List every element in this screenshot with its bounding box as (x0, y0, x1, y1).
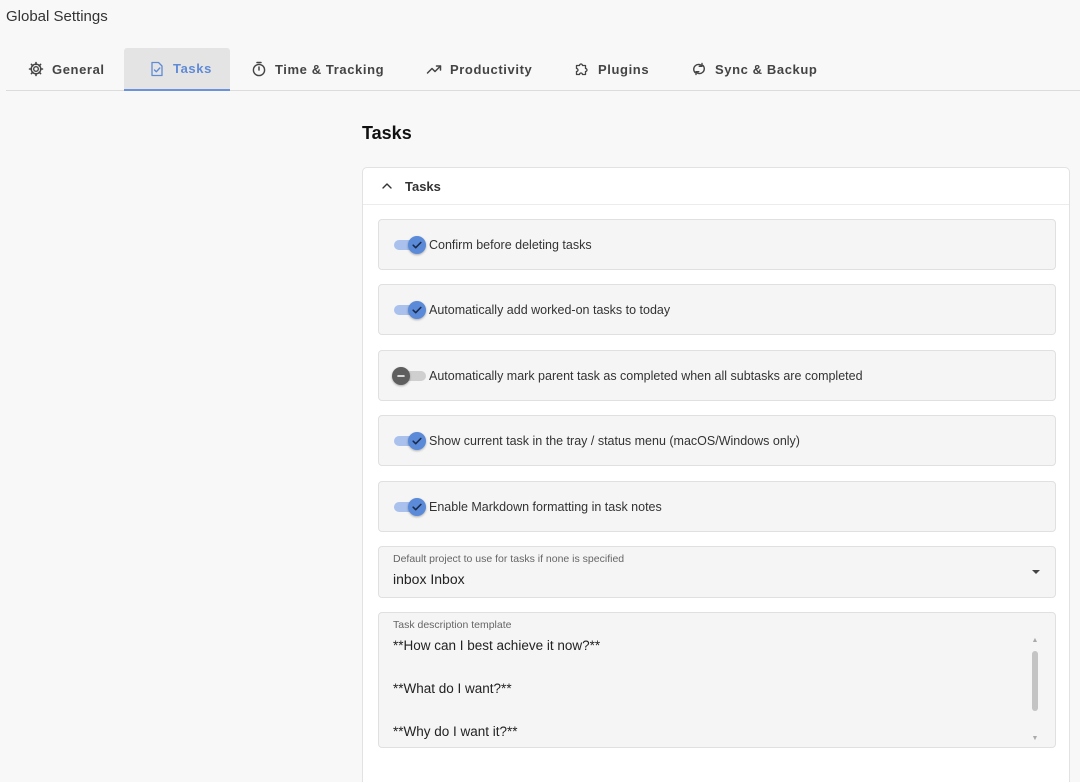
chevron-up-icon (382, 183, 392, 189)
tab-label: Tasks (173, 61, 212, 76)
tab-general[interactable]: General (6, 48, 124, 90)
setting-label: Show current task in the tray / status m… (429, 433, 800, 448)
check-icon (412, 503, 422, 510)
toggle-knob (392, 366, 410, 385)
tab-plugins[interactable]: Plugins (574, 48, 674, 90)
textarea-scrollbar[interactable]: ▲ ▼ (1031, 637, 1039, 743)
tab-tasks[interactable]: Tasks (124, 48, 230, 91)
setting-auto-complete-parent: Automatically mark parent task as comple… (378, 350, 1056, 401)
toggle-knob (408, 497, 426, 516)
auto-complete-parent-toggle[interactable] (392, 366, 426, 385)
settings-tabs: General Tasks Time & Tracking Productivi… (6, 48, 1080, 91)
toggle-knob (408, 300, 426, 319)
auto-add-today-toggle[interactable] (392, 300, 426, 319)
timer-icon (252, 61, 266, 77)
minus-icon (397, 374, 405, 377)
markdown-notes-toggle[interactable] (392, 497, 426, 516)
setting-tray-current-task: Show current task in the tray / status m… (378, 415, 1056, 466)
select-value: inbox Inbox (393, 571, 465, 587)
tab-label: Sync & Backup (715, 61, 818, 77)
setting-confirm-delete: Confirm before deleting tasks (378, 219, 1056, 270)
scroll-down-arrow-icon[interactable]: ▼ (1031, 735, 1039, 743)
section-title: Tasks (405, 178, 441, 194)
template-line (393, 657, 1023, 679)
setting-markdown-notes: Enable Markdown formatting in task notes (378, 481, 1056, 532)
template-line: **Why do I want it?** (393, 724, 518, 739)
setting-auto-add-today: Automatically add worked-on tasks to tod… (378, 284, 1056, 335)
tab-label: Productivity (450, 61, 533, 77)
page-title: Tasks (362, 123, 412, 143)
template-line: **How can I best achieve it now?** (393, 638, 601, 653)
task-icon (151, 61, 163, 76)
field-label: Task description template (393, 619, 512, 631)
tab-time-tracking[interactable]: Time & Tracking (251, 48, 401, 90)
tray-current-task-toggle[interactable] (392, 431, 426, 450)
tasks-settings-panel: Tasks Confirm before deleting tasks Auto… (362, 167, 1070, 782)
tab-productivity[interactable]: Productivity (426, 48, 556, 90)
check-icon (412, 241, 422, 248)
setting-label: Automatically add worked-on tasks to tod… (429, 302, 671, 317)
tab-label: Time & Tracking (275, 61, 385, 77)
tab-label: Plugins (598, 61, 650, 77)
sync-icon (693, 62, 705, 76)
toggle-knob (408, 431, 426, 450)
puzzle-icon (575, 63, 588, 76)
section-header[interactable]: Tasks (363, 168, 1069, 205)
field-label: Default project to use for tasks if none… (393, 553, 625, 565)
window-title: Global Settings (6, 8, 108, 25)
setting-label: Automatically mark parent task as comple… (429, 368, 863, 383)
setting-label: Enable Markdown formatting in task notes (429, 499, 662, 514)
trending-up-icon (426, 65, 442, 74)
setting-label: Confirm before deleting tasks (429, 237, 592, 252)
dropdown-arrow-icon[interactable] (1031, 567, 1041, 577)
toggle-knob (408, 235, 426, 254)
check-icon (412, 306, 422, 313)
template-text[interactable]: **How can I best achieve it now?** **Wha… (393, 635, 1023, 743)
template-line: **What do I want?** (393, 681, 512, 696)
scroll-up-arrow-icon[interactable]: ▲ (1031, 637, 1039, 645)
default-project-select[interactable]: Default project to use for tasks if none… (378, 546, 1056, 598)
tab-sync-backup[interactable]: Sync & Backup (691, 48, 831, 90)
scroll-thumb[interactable] (1032, 651, 1038, 711)
check-icon (412, 437, 422, 444)
description-template-textarea[interactable]: Task description template **How can I be… (378, 612, 1056, 748)
confirm-delete-toggle[interactable] (392, 235, 426, 254)
template-line (393, 700, 1023, 722)
gear-icon (28, 61, 44, 77)
tab-label: General (52, 61, 105, 77)
